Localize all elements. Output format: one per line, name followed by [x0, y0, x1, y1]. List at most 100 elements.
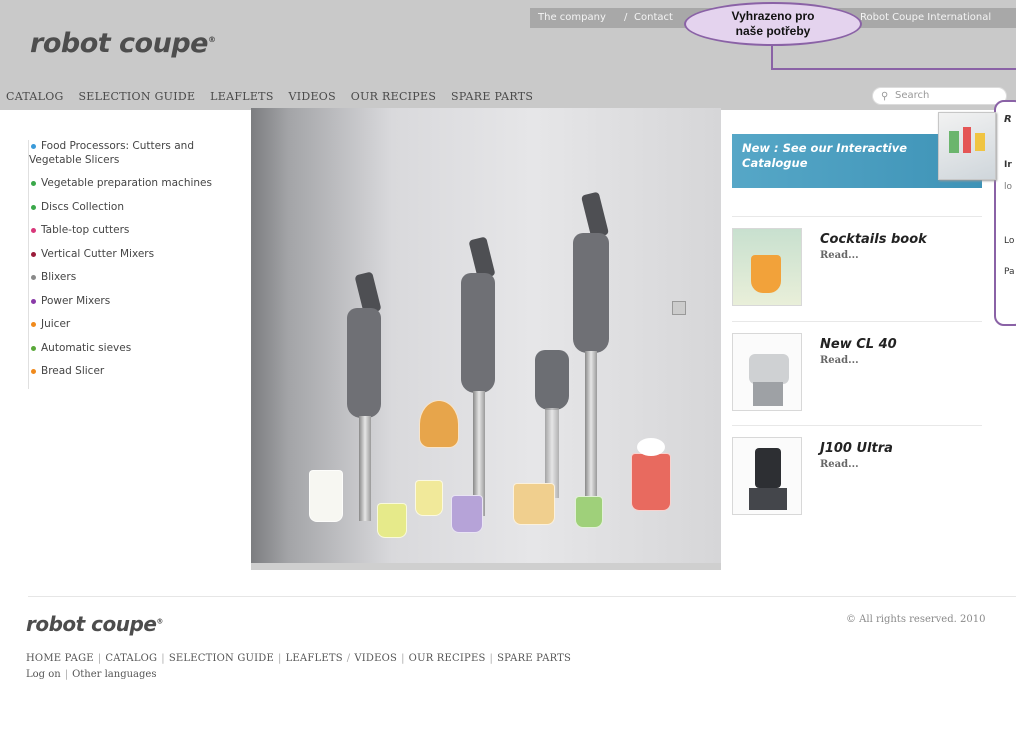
- read-more-link[interactable]: Read...: [820, 355, 859, 366]
- glass-cup: [631, 453, 671, 511]
- panel-fragment-4: Lo: [1004, 236, 1015, 246]
- category-vegetable-preparation[interactable]: Vegetable preparation machines: [29, 177, 228, 191]
- footer-separator: |: [64, 669, 69, 680]
- footer-nav-catalog[interactable]: CATALOG: [105, 653, 157, 664]
- search-placeholder: Search: [895, 90, 930, 101]
- international-link[interactable]: Robot Coupe International: [860, 8, 991, 28]
- footer-separator: |: [489, 653, 494, 664]
- annotation-connector-vertical: [771, 46, 773, 70]
- category-blixers[interactable]: Blixers: [29, 271, 228, 285]
- annotation-line-2: naše potřeby: [735, 24, 811, 38]
- bullet-icon: [31, 144, 36, 149]
- read-more-link[interactable]: Read...: [820, 459, 859, 470]
- bullet-icon: [31, 345, 36, 351]
- contact-link[interactable]: Contact: [634, 8, 673, 28]
- category-discs-collection[interactable]: Discs Collection: [29, 201, 228, 215]
- footer-separator: |: [97, 653, 102, 664]
- news-title[interactable]: J100 Ultra: [820, 441, 893, 456]
- catalogue-book-image[interactable]: [938, 112, 996, 180]
- read-more-link[interactable]: Read...: [820, 250, 859, 261]
- bullet-icon: [31, 181, 36, 186]
- footer-nav-our-recipes[interactable]: OUR RECIPES: [409, 653, 486, 664]
- nav-leaflets[interactable]: LEAFLETS: [210, 90, 274, 103]
- annotation-bubble: Vyhrazeno pro naše potřeby: [684, 2, 862, 46]
- news-divider: [732, 321, 982, 322]
- news-title[interactable]: Cocktails book: [820, 232, 927, 247]
- news-title[interactable]: New CL 40: [820, 337, 897, 352]
- footer-secondary-nav: Log on | Other languages: [26, 669, 156, 680]
- book-graphic: [975, 133, 985, 151]
- bullet-icon: [31, 322, 36, 327]
- machine-graphic: [749, 354, 789, 384]
- nav-selection-guide[interactable]: SELECTION GUIDE: [78, 90, 195, 103]
- bullet-icon: [31, 251, 36, 257]
- footer-separator: |: [161, 653, 165, 664]
- whisk-attachment: [535, 350, 569, 410]
- category-power-mixers[interactable]: Power Mixers: [29, 295, 228, 309]
- annotation-connector-horizontal: [771, 68, 1016, 70]
- book-graphic: [949, 131, 959, 153]
- bullet-icon: [31, 228, 36, 233]
- counter-surface: [251, 563, 721, 570]
- category-automatic-sieves[interactable]: Automatic sieves: [29, 342, 228, 356]
- search-icon: ⚲: [881, 91, 889, 102]
- copyright-text: © All rights reserved. 2010: [846, 614, 986, 625]
- glass-cup: [419, 400, 459, 448]
- glass-cup: [309, 470, 343, 522]
- cocktails-book-thumbnail[interactable]: [732, 228, 802, 306]
- juicer-graphic: [755, 448, 781, 488]
- topbar-separator: /: [624, 12, 628, 23]
- nav-catalog[interactable]: CATALOG: [6, 90, 64, 103]
- panel-fragment-3: lo: [1004, 182, 1013, 192]
- footer-nav-videos[interactable]: VIDEOS: [354, 653, 397, 664]
- search-input[interactable]: ⚲ Search: [872, 87, 1007, 105]
- nav-our-recipes[interactable]: OUR RECIPES: [351, 90, 436, 103]
- logo-text: robot coupe: [30, 28, 208, 59]
- annotation-line-1: Vyhrazeno pro: [731, 9, 815, 23]
- annotation-panel: R Ir lo Lo Pa: [994, 100, 1016, 326]
- page: The company / Contact Robot Coupe Intern…: [0, 0, 1016, 749]
- bullet-icon: [31, 369, 36, 374]
- category-vertical-cutter-mixers[interactable]: Vertical Cutter Mixers: [29, 248, 228, 262]
- log-on-link[interactable]: Log on: [26, 669, 61, 680]
- category-bread-slicer[interactable]: Bread Slicer: [29, 365, 228, 379]
- footer-logo-text: robot coupe: [26, 612, 157, 636]
- blender-motor: [347, 308, 381, 418]
- bullet-icon: [31, 204, 36, 210]
- glass-cup: [377, 503, 407, 538]
- j100-ultra-thumbnail[interactable]: [732, 437, 802, 515]
- bullet-icon: [31, 298, 36, 304]
- company-link[interactable]: The company: [538, 8, 606, 28]
- nav-spare-parts[interactable]: SPARE PARTS: [451, 90, 533, 103]
- robot-coupe-logo[interactable]: robot coupe®: [30, 28, 216, 59]
- promo-text: New : See our Interactive Catalogue: [742, 141, 908, 170]
- hero-photo-power-mixers[interactable]: [251, 108, 721, 570]
- blender-handle: [580, 191, 610, 239]
- glass-cup: [637, 438, 665, 456]
- glass-cup: [513, 483, 555, 525]
- blender-motor: [461, 273, 495, 393]
- machine-graphic: [753, 382, 783, 406]
- bullet-icon: [31, 275, 36, 280]
- category-juicer[interactable]: Juicer: [29, 318, 228, 332]
- footer-separator: /: [346, 653, 351, 664]
- site-header: The company / Contact Robot Coupe Intern…: [0, 0, 1016, 110]
- glass-cup: [415, 480, 443, 516]
- nav-videos[interactable]: VIDEOS: [288, 90, 336, 103]
- logo-trademark: ®: [207, 35, 216, 44]
- footer-separator: |: [401, 653, 405, 664]
- picture-frame-icon: [672, 301, 686, 315]
- blender-shaft: [585, 351, 597, 511]
- footer-nav-selection-guide[interactable]: SELECTION GUIDE: [169, 653, 274, 664]
- other-languages-link[interactable]: Other languages: [72, 669, 156, 680]
- footer-divider: [28, 596, 1016, 597]
- footer-nav-home[interactable]: HOME PAGE: [26, 653, 94, 664]
- category-table-top-cutters[interactable]: Table-top cutters: [29, 224, 228, 238]
- footer-nav-leaflets[interactable]: LEAFLETS: [286, 653, 343, 664]
- category-list: Food Processors: Cutters and Vegetable S…: [28, 140, 228, 389]
- footer-nav-spare-parts[interactable]: SPARE PARTS: [497, 653, 571, 664]
- footer-logo[interactable]: robot coupe®: [26, 612, 163, 636]
- book-graphic: [963, 127, 971, 153]
- category-food-processors[interactable]: Food Processors: Cutters and Vegetable S…: [29, 140, 228, 167]
- cl40-thumbnail[interactable]: [732, 333, 802, 411]
